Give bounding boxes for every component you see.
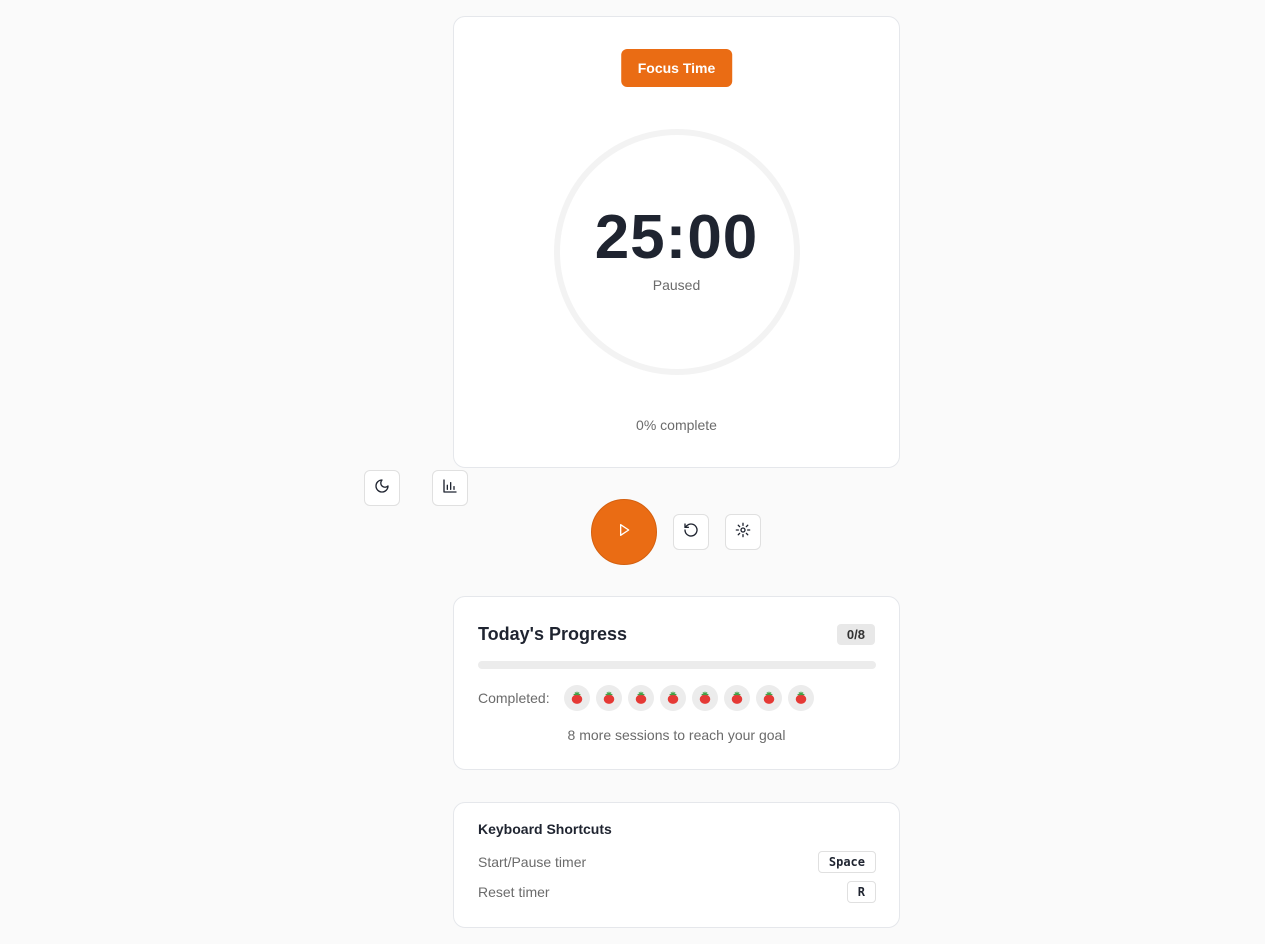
session-slot <box>691 685 718 711</box>
session-slot <box>659 685 686 711</box>
session-icon-list <box>563 685 820 711</box>
timer-status: Paused <box>652 277 701 293</box>
progress-bar <box>478 661 876 669</box>
timer-card: Focus Time 25:00 Paused 0% complete <box>453 16 900 468</box>
tomato-icon <box>698 691 712 705</box>
shortcuts-card: Keyboard Shortcuts Start/Pause timer Spa… <box>453 802 900 928</box>
shortcut-key: R <box>846 881 876 903</box>
stats-button[interactable] <box>432 470 468 506</box>
shortcut-row: Start/Pause timer Space <box>478 850 876 874</box>
progress-card: Today's Progress 0/8 Completed: 8 more s… <box>453 596 900 770</box>
tomato-icon <box>762 691 776 705</box>
moon-icon <box>374 478 390 499</box>
mode-badge[interactable]: Focus Time <box>620 49 733 87</box>
gear-icon <box>735 522 751 543</box>
tomato-icon <box>794 691 808 705</box>
theme-toggle-button[interactable] <box>364 470 400 506</box>
session-slot <box>627 685 654 711</box>
bar-chart-icon <box>442 478 458 499</box>
tomato-icon <box>666 691 680 705</box>
session-slot <box>755 685 782 711</box>
session-slot <box>563 685 590 711</box>
settings-button[interactable] <box>725 514 761 550</box>
timer-display: 25:00 <box>594 203 759 272</box>
tomato-icon <box>570 691 584 705</box>
shortcut-row: Reset timer R <box>478 880 876 904</box>
shortcut-label: Reset timer <box>478 884 550 900</box>
play-button[interactable] <box>591 499 657 565</box>
tomato-icon <box>730 691 744 705</box>
session-slot <box>787 685 814 711</box>
completed-sessions-row: Completed: <box>478 685 820 711</box>
tomato-icon <box>602 691 616 705</box>
shortcuts-title: Keyboard Shortcuts <box>478 821 612 837</box>
play-icon <box>616 522 632 543</box>
shortcut-key: Space <box>817 851 876 873</box>
shortcut-label: Start/Pause timer <box>478 854 587 870</box>
progress-count-badge: 0/8 <box>836 624 875 645</box>
reset-button[interactable] <box>673 514 709 550</box>
session-slot <box>595 685 622 711</box>
tomato-icon <box>634 691 648 705</box>
progress-title: Today's Progress <box>478 624 628 644</box>
remaining-sessions-text: 8 more sessions to reach your goal <box>567 727 786 743</box>
completion-text: 0% complete <box>636 417 717 433</box>
session-slot <box>723 685 750 711</box>
rotate-ccw-icon <box>683 522 699 543</box>
completed-label: Completed: <box>478 690 550 706</box>
